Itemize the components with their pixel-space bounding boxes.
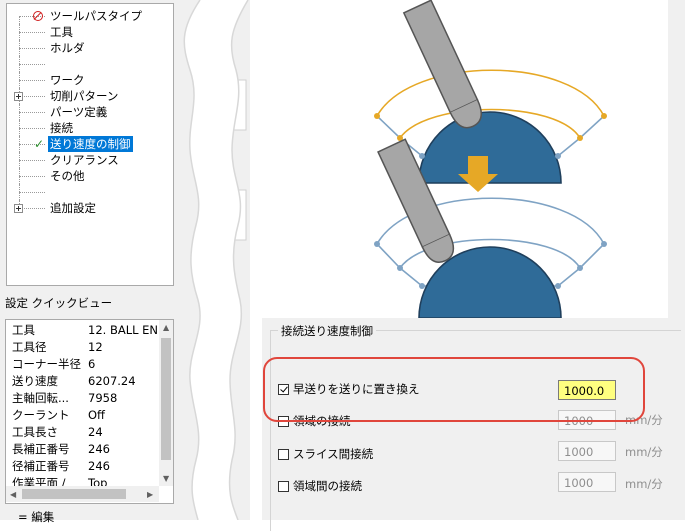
tree-item-label: ワーク: [50, 73, 85, 87]
quickview-title: 設定 クイックビュー: [5, 296, 113, 310]
tree-item-holder[interactable]: ホルダ: [7, 40, 173, 56]
quickview-value: Off: [88, 408, 105, 422]
tree-item-cut-pattern[interactable]: 切削パターン: [7, 88, 173, 104]
no-entry-icon: [33, 11, 43, 21]
slice-connection-feed-input[interactable]: 1000: [558, 441, 616, 461]
quickview-value: 246: [88, 459, 110, 473]
quickview-value: 246: [88, 442, 110, 456]
tree-item-label: ツールパスタイプ: [50, 9, 142, 23]
horizontal-scroll-thumb[interactable]: [22, 489, 126, 499]
tree-item-tool[interactable]: 工具: [7, 24, 173, 40]
tree-item-blank: [7, 184, 173, 200]
option-between-regions[interactable]: 領域間の接続: [278, 478, 362, 494]
tree-item-label: 工具: [50, 25, 73, 39]
quickview-key: 工具径: [12, 340, 47, 354]
option-slice-connection[interactable]: スライス間接続: [278, 446, 373, 462]
feed-connection-illustration: [374, 0, 607, 318]
tree-item-label: 切削パターン: [50, 89, 119, 103]
between-regions-feed-input[interactable]: 1000: [558, 472, 616, 492]
tree-item-label: ホルダ: [50, 41, 85, 55]
quickview-key: コーナー半径: [12, 357, 81, 371]
scroll-right-icon[interactable]: ▶: [147, 490, 153, 500]
unit-label: mm/分: [625, 445, 663, 459]
tree-item-label: 接続: [50, 121, 73, 135]
tree-item-additional-settings[interactable]: 追加設定: [7, 200, 173, 216]
quickview-value: 6207.24: [88, 374, 136, 388]
expand-icon[interactable]: [14, 92, 23, 101]
tree-item-label: 送り速度の制御: [48, 136, 133, 152]
unit-label: mm/分: [625, 477, 663, 491]
tree-item-feed-control[interactable]: ✓ 送り速度の制御: [7, 136, 173, 152]
tree-item-clearance[interactable]: クリアランス: [7, 152, 173, 168]
settings-tree[interactable]: ツールパスタイプ 工具 ホルダ ワーク 切削パターン パーツ定義 接続 ✓ 送り…: [6, 3, 174, 286]
tree-item-stock[interactable]: ワーク: [7, 72, 173, 88]
quickview-list[interactable]: 工具 12. BALL EN 工具径 12 コーナー半径 6 送り速度 6207…: [5, 319, 174, 504]
tree-item-label: パーツ定義: [50, 105, 108, 119]
quickview-key: クーラント: [12, 408, 70, 422]
tree-item-label: 追加設定: [50, 201, 96, 215]
quickview-value: 12. BALL EN: [88, 323, 159, 337]
tree-item-label: その他: [50, 169, 85, 183]
quickview-key: 長補正番号: [12, 442, 70, 456]
tree-item-blank: [7, 56, 173, 72]
callout-highlight: [263, 357, 645, 422]
quickview-key: 主軸回転...: [12, 391, 69, 405]
tree-item-toolpath-type[interactable]: ツールパスタイプ: [7, 8, 173, 24]
tree-item-label: クリアランス: [50, 153, 119, 167]
quickview-value: 24: [88, 425, 103, 439]
quickview-key: 工具長さ: [12, 425, 58, 439]
option-label: スライス間接続: [293, 447, 374, 461]
tree-item-connection[interactable]: 接続: [7, 120, 173, 136]
scroll-left-icon[interactable]: ◀: [10, 490, 16, 500]
expand-icon[interactable]: [14, 204, 23, 213]
quickview-key: 工具: [12, 323, 35, 337]
quickview-value: 6: [88, 357, 96, 371]
quickview-value: 7958: [88, 391, 118, 405]
quickview-key: 送り速度: [12, 374, 58, 388]
checkmark-icon: ✓: [34, 137, 45, 151]
tree-item-part-definition[interactable]: パーツ定義: [7, 104, 173, 120]
quickview-key: 径補正番号: [12, 459, 70, 473]
torn-paper-divider: [183, 0, 249, 520]
quickview-value: 12: [88, 340, 103, 354]
edit-legend: = 編集: [18, 510, 55, 524]
tree-item-other[interactable]: その他: [7, 168, 173, 184]
group-title: 接続送り速度制御: [278, 324, 376, 338]
option-label: 領域間の接続: [293, 479, 362, 493]
